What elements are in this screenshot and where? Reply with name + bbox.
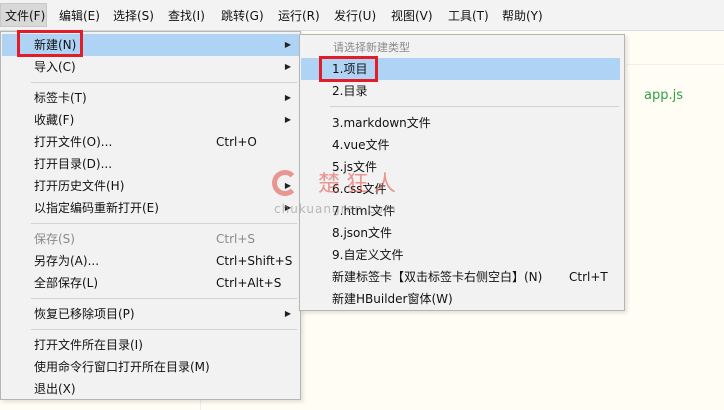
watermark-logo-icon bbox=[272, 170, 298, 196]
submenu-item-label: 2.目录 bbox=[332, 84, 368, 98]
submenu-item-directory[interactable]: 2.目录 bbox=[301, 80, 620, 102]
shortcut-label: Ctrl+Alt+S bbox=[216, 276, 282, 290]
menu-separator bbox=[31, 298, 297, 299]
submenu-item-label: 4.vue文件 bbox=[332, 138, 390, 152]
menu-item-label: 打开目录(D)... bbox=[34, 157, 113, 171]
submenu-item-json[interactable]: 8.json文件 bbox=[301, 222, 620, 244]
menu-item-exit[interactable]: 退出(X) bbox=[2, 378, 299, 400]
menu-publish[interactable]: 发行(U) bbox=[334, 7, 376, 25]
menu-item-label: 保存(S) bbox=[34, 232, 75, 246]
submenu-item-markdown[interactable]: 3.markdown文件 bbox=[301, 112, 620, 134]
menu-item-import[interactable]: 导入(C) ▶ bbox=[2, 56, 299, 78]
menu-item-label: 恢复已移除项目(P) bbox=[34, 307, 135, 321]
menu-item-label: 以指定编码重新打开(E) bbox=[34, 201, 159, 215]
menu-edit[interactable]: 编辑(E) bbox=[59, 7, 100, 25]
submenu-arrow-icon: ▶ bbox=[284, 93, 291, 102]
menu-item-label: 标签卡(T) bbox=[34, 91, 87, 105]
submenu-item-new-window[interactable]: 新建HBuilder窗体(W) bbox=[301, 288, 620, 310]
submenu-item-custom[interactable]: 9.自定义文件 bbox=[301, 244, 620, 266]
menu-item-favorites[interactable]: 收藏(F) ▶ bbox=[2, 109, 299, 131]
menu-help[interactable]: 帮助(Y) bbox=[502, 7, 543, 25]
menu-tools[interactable]: 工具(T) bbox=[448, 7, 489, 25]
menu-item-label: 退出(X) bbox=[34, 382, 76, 396]
menu-item-label: 打开文件所在目录(I) bbox=[34, 338, 143, 352]
menu-item-save-all[interactable]: 全部保存(L) Ctrl+Alt+S bbox=[2, 272, 299, 294]
menu-separator bbox=[330, 106, 619, 107]
menu-item-label: 另存为(A)... bbox=[34, 254, 100, 268]
menu-item-label: 导入(C) bbox=[34, 60, 76, 74]
menu-item-open-dir[interactable]: 打开目录(D)... bbox=[2, 153, 299, 175]
submenu-item-label: 新建标签卡【双击标签卡右侧空白】(N) bbox=[332, 270, 543, 284]
menu-run[interactable]: 运行(R) bbox=[278, 7, 320, 25]
menu-item-open-containing[interactable]: 打开文件所在目录(I) bbox=[2, 334, 299, 356]
menu-select[interactable]: 选择(S) bbox=[113, 7, 154, 25]
menu-find[interactable]: 查找(I) bbox=[168, 7, 205, 25]
menu-item-open-history[interactable]: 打开历史文件(H) ▶ bbox=[2, 175, 299, 197]
menu-view[interactable]: 视图(V) bbox=[391, 7, 433, 25]
submenu-arrow-icon: ▶ bbox=[284, 62, 291, 71]
menu-item-open-file[interactable]: 打开文件(O)... Ctrl+O bbox=[2, 131, 299, 153]
shortcut-label: Ctrl+T bbox=[569, 270, 608, 284]
submenu-item-label: 9.自定义文件 bbox=[332, 248, 404, 262]
menu-item-save-as[interactable]: 另存为(A)... Ctrl+Shift+S bbox=[2, 250, 299, 272]
menu-item-label: 收藏(F) bbox=[34, 113, 75, 127]
file-tab-label[interactable]: app.js bbox=[644, 88, 683, 103]
submenu-item-label: 3.markdown文件 bbox=[332, 116, 431, 130]
submenu-item-new-tab[interactable]: 新建标签卡【双击标签卡右侧空白】(N) Ctrl+T bbox=[301, 266, 620, 288]
menu-item-tabs[interactable]: 标签卡(T) ▶ bbox=[2, 87, 299, 109]
submenu-arrow-icon: ▶ bbox=[284, 309, 291, 318]
menu-item-restore-removed[interactable]: 恢复已移除项目(P) ▶ bbox=[2, 303, 299, 325]
menu-item-label: 打开文件(O)... bbox=[34, 135, 113, 149]
submenu-item-label: 8.json文件 bbox=[332, 226, 392, 240]
watermark-url: chukuangren.com bbox=[274, 202, 397, 216]
menu-bar: 文件(F) 编辑(E) 选择(S) 查找(I) 跳转(G) 运行(R) 发行(U… bbox=[0, 0, 724, 31]
watermark: 楚狂人 chukuangren.com bbox=[272, 164, 422, 224]
menu-separator bbox=[31, 223, 297, 224]
menu-item-open-cmd[interactable]: 使用命令行窗口打开所在目录(M) bbox=[2, 356, 299, 378]
watermark-text: 楚狂人 bbox=[318, 172, 403, 197]
menu-item-label: 打开历史文件(H) bbox=[34, 179, 125, 193]
shortcut-label: Ctrl+O bbox=[216, 135, 257, 149]
shortcut-label: Ctrl+S bbox=[216, 232, 256, 246]
menu-separator bbox=[31, 82, 297, 83]
file-menu-dropdown: 新建(N) ▶ 导入(C) ▶ 标签卡(T) ▶ 收藏(F) ▶ 打开文件(O)… bbox=[0, 31, 301, 400]
submenu-title: 请选择新建类型 bbox=[333, 41, 410, 54]
submenu-item-label: 新建HBuilder窗体(W) bbox=[332, 292, 453, 306]
menu-item-reopen-encoding[interactable]: 以指定编码重新打开(E) ▶ bbox=[2, 197, 299, 219]
highlight-box-project bbox=[319, 56, 378, 82]
menu-file[interactable]: 文件(F) bbox=[0, 3, 47, 27]
submenu-arrow-icon: ▶ bbox=[284, 40, 291, 49]
menu-item-save[interactable]: 保存(S) Ctrl+S bbox=[2, 228, 299, 250]
menu-item-label: 全部保存(L) bbox=[34, 276, 99, 290]
menu-goto[interactable]: 跳转(G) bbox=[221, 7, 264, 25]
editor-divider bbox=[200, 400, 201, 410]
submenu-item-vue[interactable]: 4.vue文件 bbox=[301, 134, 620, 156]
menu-separator bbox=[31, 329, 297, 330]
shortcut-label: Ctrl+Shift+S bbox=[216, 254, 293, 268]
highlight-box-new bbox=[17, 30, 83, 57]
editor-divider bbox=[626, 64, 724, 65]
submenu-arrow-icon: ▶ bbox=[284, 115, 291, 124]
menu-item-label: 使用命令行窗口打开所在目录(M) bbox=[34, 360, 210, 374]
